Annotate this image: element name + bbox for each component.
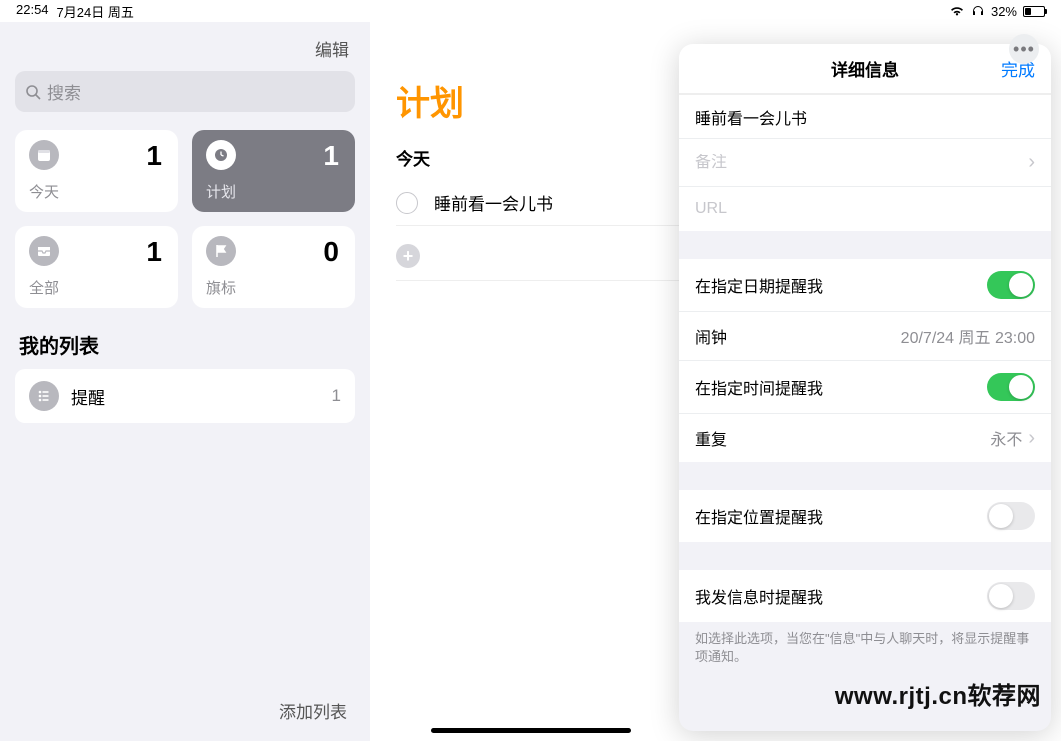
my-lists-header: 我的列表 — [19, 330, 351, 359]
edit-button[interactable]: 编辑 — [15, 22, 355, 71]
url-input[interactable] — [695, 200, 1035, 218]
remind-date-toggle[interactable] — [987, 271, 1035, 299]
chevron-right-icon: › — [1028, 427, 1035, 450]
remind-message-toggle[interactable] — [987, 582, 1035, 610]
inbox-icon — [29, 236, 59, 266]
search-input[interactable]: 搜索 — [15, 71, 355, 112]
remind-time-toggle[interactable] — [987, 373, 1035, 401]
plus-icon: + — [403, 246, 414, 267]
card-flagged-label: 旗标 — [206, 277, 236, 298]
card-all-count: 1 — [146, 236, 162, 268]
battery-percent: 32% — [991, 4, 1017, 19]
calendar-icon — [29, 140, 59, 170]
reminder-radio[interactable] — [396, 192, 418, 214]
more-button[interactable]: ••• — [1009, 34, 1039, 64]
panel-header: 详细信息 完成 — [679, 44, 1051, 94]
battery-icon — [1023, 6, 1045, 17]
status-time: 22:54 — [16, 2, 49, 21]
card-scheduled[interactable]: 1 计划 — [192, 130, 355, 212]
alarm-row[interactable]: 闹钟 20/7/24 周五 23:00 — [679, 312, 1051, 361]
wifi-icon — [949, 5, 965, 17]
card-today-count: 1 — [146, 140, 162, 172]
title-input[interactable] — [695, 108, 1035, 126]
list-name: 提醒 — [71, 384, 105, 409]
headphones-icon — [971, 5, 985, 17]
search-placeholder: 搜索 — [47, 79, 81, 104]
panel-title: 详细信息 — [831, 56, 899, 81]
search-icon — [25, 84, 41, 100]
remind-date-row[interactable]: 在指定日期提醒我 — [679, 259, 1051, 312]
list-item[interactable]: 提醒 1 — [15, 369, 355, 423]
ellipsis-icon: ••• — [1013, 39, 1035, 60]
remind-message-label: 我发信息时提醒我 — [695, 584, 823, 608]
flag-icon — [206, 236, 236, 266]
chevron-right-icon: › — [1028, 151, 1035, 174]
card-today[interactable]: 1 今天 — [15, 130, 178, 212]
alarm-label: 闹钟 — [695, 324, 727, 348]
remind-message-row[interactable]: 我发信息时提醒我 — [679, 570, 1051, 622]
reminder-text: 睡前看一会儿书 — [434, 190, 553, 215]
detail-panel: 详细信息 完成 › 在指定日期提醒我 闹钟 20/7/24 周五 23:00 在… — [679, 44, 1051, 731]
card-all[interactable]: 1 全部 — [15, 226, 178, 308]
card-scheduled-count: 1 — [323, 140, 339, 172]
home-indicator — [431, 728, 631, 733]
card-all-label: 全部 — [29, 277, 59, 298]
alarm-value: 20/7/24 周五 23:00 — [901, 324, 1035, 348]
remind-time-label: 在指定时间提醒我 — [695, 375, 823, 399]
url-field[interactable] — [679, 187, 1051, 231]
card-today-label: 今天 — [29, 181, 59, 202]
sidebar: 编辑 搜索 1 今天 1 计划 1 全部 — [0, 22, 370, 741]
clock-icon — [206, 140, 236, 170]
remind-time-row[interactable]: 在指定时间提醒我 — [679, 361, 1051, 414]
notes-input[interactable] — [695, 154, 1022, 172]
repeat-label: 重复 — [695, 426, 727, 450]
remind-location-row[interactable]: 在指定位置提醒我 — [679, 490, 1051, 542]
status-bar: 22:54 7月24日 周五 32% — [0, 0, 1061, 22]
title-field[interactable] — [679, 95, 1051, 139]
status-date: 7月24日 周五 — [57, 2, 134, 21]
watermark: www.rjtj.cn软荐网 — [835, 676, 1041, 711]
add-list-button[interactable]: 添加列表 — [15, 680, 355, 741]
remind-location-toggle[interactable] — [987, 502, 1035, 530]
remind-location-label: 在指定位置提醒我 — [695, 504, 823, 528]
remind-date-label: 在指定日期提醒我 — [695, 273, 823, 297]
repeat-row[interactable]: 重复 永不 › — [679, 414, 1051, 462]
notes-field[interactable]: › — [679, 139, 1051, 187]
add-reminder-button[interactable]: + — [396, 244, 420, 268]
list-bullet-icon — [29, 381, 59, 411]
card-flagged[interactable]: 0 旗标 — [192, 226, 355, 308]
repeat-value: 永不 — [990, 426, 1022, 450]
list-count: 1 — [332, 386, 341, 406]
card-scheduled-label: 计划 — [206, 181, 236, 202]
message-hint: 如选择此选项，当您在"信息"中与人聊天时，将显示提醒事项通知。 — [679, 622, 1051, 674]
card-flagged-count: 0 — [323, 236, 339, 268]
